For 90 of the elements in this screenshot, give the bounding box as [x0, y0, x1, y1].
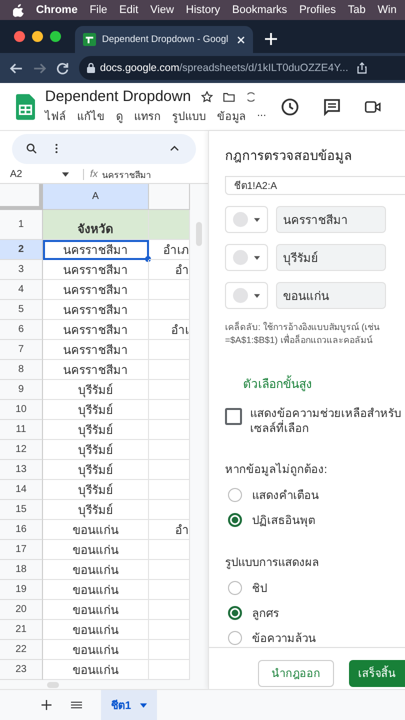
value-field[interactable]: ขอนแก่น [276, 282, 386, 309]
menu-item[interactable]: ข้อมูล [217, 107, 246, 125]
browser-tab[interactable]: Dependent Dropdown - Googl [75, 26, 253, 53]
menu-item[interactable]: Edit [119, 4, 138, 16]
radio-label: ปฏิเสธอินพุต [252, 514, 315, 529]
table-cell: นครราชสีมา [43, 240, 149, 260]
row-header[interactable]: 5 [0, 300, 43, 320]
row-header[interactable]: 3 [0, 260, 43, 280]
document-title[interactable]: Dependent Dropdown [45, 88, 191, 105]
row-header[interactable]: 16 [0, 520, 43, 540]
table-cell: นครราชสีมา [43, 260, 149, 280]
table-cell: บุรีรัมย์ [43, 440, 149, 460]
row-header[interactable]: 2 [0, 240, 43, 260]
row-header[interactable]: 4 [0, 280, 43, 300]
row-header[interactable]: 9 [0, 380, 43, 400]
table-cell: บุรีรัมย์ [43, 420, 149, 440]
table-cell: ขอนแก่น [43, 620, 149, 640]
row-header[interactable]: 13 [0, 460, 43, 480]
menu-item[interactable]: Tab [348, 4, 366, 16]
table-cell: ขอนแก่น [43, 560, 149, 580]
menu-item[interactable]: Profiles [299, 4, 336, 16]
table-cell: อำ [149, 520, 190, 540]
menu-item[interactable]: รูปแบบ [172, 107, 206, 125]
radio-label: ข้อความล้วน [252, 632, 316, 647]
panel-title: กฎการตรวจสอบข้อมูล [225, 147, 353, 166]
table-cell: อำเ [149, 320, 190, 340]
menu-item[interactable]: แก้ไข [77, 107, 105, 125]
table-cell: ขอนแก่น [43, 540, 149, 560]
checkbox-label: แสดงข้อความช่วยเหลือสำหรับเซลล์ที่เลือก [250, 407, 402, 436]
row-header[interactable]: 17 [0, 540, 43, 560]
row-header[interactable]: 19 [0, 580, 43, 600]
remove-rule-button[interactable]: นำกฎออก [258, 660, 334, 687]
table-cell: บุรีรัมย์ [43, 380, 149, 400]
menu-item[interactable]: Win [378, 4, 397, 16]
menu-item[interactable]: แทรก [134, 107, 161, 125]
table-cell: บุรีรัมย์ [43, 400, 149, 420]
row-header[interactable]: 11 [0, 420, 43, 440]
menu-item[interactable]: Chrome [36, 4, 78, 16]
row-header[interactable]: 18 [0, 560, 43, 580]
table-cell: ขอนแก่น [43, 520, 149, 540]
row-header[interactable]: 20 [0, 600, 43, 620]
value-field[interactable]: นครราชสีมา [276, 206, 386, 233]
done-button[interactable]: เสร็จสิ้น [349, 660, 405, 687]
range-field[interactable]: ชีต1!A2:A [225, 176, 405, 195]
menu-item[interactable]: History [186, 4, 220, 16]
row-header[interactable]: 15 [0, 500, 43, 520]
row-header[interactable]: 14 [0, 480, 43, 500]
section-label: รูปแบบการแสดงผล [225, 556, 320, 571]
menu-item[interactable]: Bookmarks [232, 4, 288, 16]
table-cell: ขอนแก่น [43, 580, 149, 600]
formula-field[interactable]: นครราชสีมา [102, 168, 151, 182]
name-box[interactable]: A2 [10, 169, 62, 180]
table-cell: นครราชสีมา [43, 360, 149, 380]
table-cell: นครราชสีมา [43, 300, 149, 320]
row-header[interactable]: 23 [0, 660, 43, 680]
function-label: fx [83, 169, 98, 180]
row-header[interactable]: 12 [0, 440, 43, 460]
table-cell: บุรีรัมย์ [43, 500, 149, 520]
radio-label: ชิป [252, 582, 267, 597]
advanced-options-link[interactable]: ตัวเลือกขั้นสูง [243, 374, 405, 394]
row-header[interactable]: 7 [0, 340, 43, 360]
menu-item[interactable]: ... [257, 107, 266, 125]
table-cell: นครราชสีมา [43, 320, 149, 340]
menu-item[interactable]: ไฟล์ [45, 107, 66, 125]
address-bar[interactable]: docs.google.com/spreadsheets/d/1kILT0duOZZE4Y... [79, 56, 405, 80]
radio-label: แสดงคำเตือน [252, 488, 319, 504]
section-label: หากข้อมูลไม่ถูกต้อง: [225, 462, 328, 478]
sheet-tab[interactable]: ชีต1 [101, 690, 158, 720]
row-header[interactable]: 1 [0, 210, 43, 240]
table-cell: อำเภ [149, 240, 190, 260]
tip-text: เคล็ดลับ: ใช้การอ้างอิงแบบสัมบูรณ์ (เช่น =$A$1:$B$1) เพื่อล็อกแถวและคอลัมน์ [225, 321, 380, 346]
row-header[interactable]: 21 [0, 620, 43, 640]
table-cell: ขอนแก่น [43, 640, 149, 660]
table-cell: อำ [149, 260, 190, 280]
table-cell: ขอนแก่น [43, 600, 149, 620]
menu-item[interactable]: ดู [116, 107, 123, 125]
column-header[interactable]: A [43, 184, 149, 210]
table-cell: บุรีรัมย์ [43, 460, 149, 480]
menu-item[interactable]: File [90, 4, 108, 16]
row-header[interactable]: 22 [0, 640, 43, 660]
table-cell: นครราชสีมา [43, 340, 149, 360]
row-header[interactable]: 10 [0, 400, 43, 420]
table-cell: นครราชสีมา [43, 280, 149, 300]
row-header[interactable]: 8 [0, 360, 43, 380]
value-field[interactable]: บุรีรัมย์ [276, 244, 386, 271]
menu-item[interactable]: View [150, 4, 174, 16]
row-header[interactable]: 6 [0, 320, 43, 340]
header-cell: จังหวัด [43, 210, 149, 240]
radio-label: ลูกศร [252, 606, 279, 622]
table-cell: บุรีรัมย์ [43, 480, 149, 500]
